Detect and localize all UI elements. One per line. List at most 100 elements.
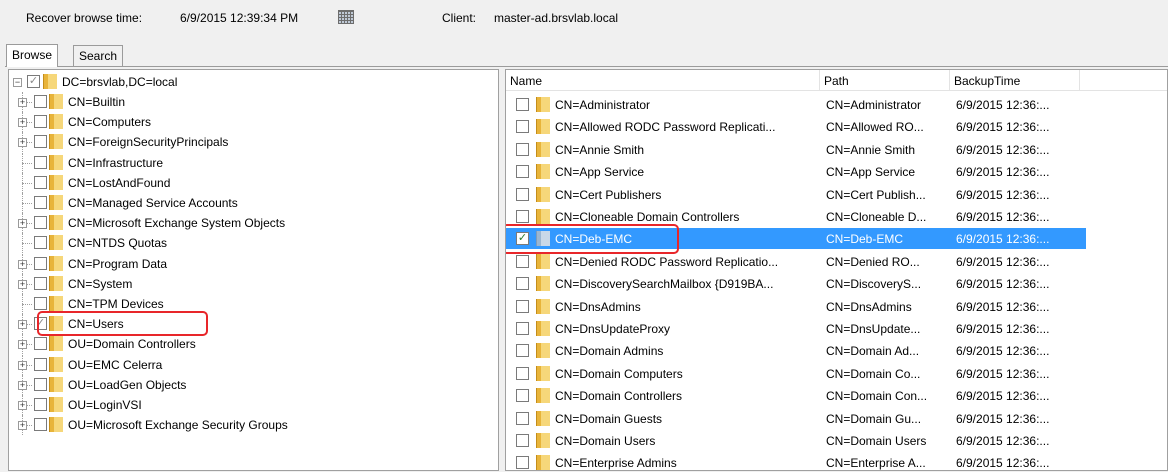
expand-icon[interactable]: + — [18, 421, 27, 431]
cell-backup-time: 6/9/2015 12:36:... — [956, 210, 1050, 224]
checkbox[interactable] — [34, 196, 47, 209]
list-row[interactable]: CN=Allowed RODC Password Replicati... CN=… — [506, 116, 1086, 137]
tree-item[interactable]: CN=Managed Service Accounts — [9, 193, 498, 213]
expand-icon[interactable]: + — [18, 98, 27, 107]
tree-item-label: CN=Managed Service Accounts — [68, 196, 238, 210]
expand-icon[interactable]: + — [18, 138, 27, 148]
tree-item[interactable]: + CN=ForeignSecurityPrincipals — [9, 132, 498, 153]
checkbox[interactable] — [34, 337, 47, 351]
checkbox[interactable] — [516, 165, 529, 179]
checkbox[interactable] — [516, 277, 529, 291]
expand-icon[interactable]: + — [18, 118, 27, 128]
checkbox[interactable] — [34, 95, 47, 108]
checkbox[interactable] — [516, 120, 529, 134]
folder-icon — [49, 235, 63, 251]
list-row[interactable]: CN=Cert Publishers CN=Cert Publish... 6/9/… — [506, 184, 1086, 205]
cell-name: CN=DnsAdmins — [555, 299, 641, 314]
list-row[interactable]: CN=DnsAdmins CN=DnsAdmins 6/9/2015 12:36:.… — [506, 296, 1086, 317]
tree-item[interactable]: + OU=Domain Controllers — [9, 334, 498, 355]
checkbox[interactable] — [34, 357, 47, 371]
list-row[interactable]: CN=Domain Computers CN=Domain Co... 6/9/20… — [506, 363, 1086, 384]
expand-icon[interactable]: + — [18, 401, 27, 410]
tree-item-label: CN=System — [68, 276, 133, 291]
tab-search[interactable]: Search — [73, 45, 124, 66]
object-list-view[interactable]: Name Path BackupTime CN=Administrator CN=… — [505, 69, 1168, 471]
expand-icon[interactable]: + — [18, 360, 27, 370]
cell-path: CN=DnsUpdate... — [826, 322, 921, 336]
list-row[interactable]: CN=Annie Smith CN=Annie Smith 6/9/2015 12:… — [506, 139, 1086, 160]
folder-icon — [536, 455, 550, 470]
tree-item[interactable]: + CN=System — [9, 273, 498, 294]
checkbox[interactable] — [516, 434, 529, 447]
tree-item[interactable]: CN=LostAndFound — [9, 172, 498, 193]
list-row[interactable]: CN=Denied RODC Password Replicatio... CN=… — [506, 251, 1086, 272]
expand-icon[interactable]: + — [18, 320, 27, 330]
checkbox[interactable] — [34, 236, 47, 250]
expand-icon[interactable]: + — [18, 259, 27, 269]
column-header-path[interactable]: Path — [820, 70, 950, 90]
list-row[interactable]: CN=DiscoverySearchMailbox {D919BA... CN=D… — [506, 273, 1086, 294]
checkbox[interactable] — [516, 254, 529, 268]
list-row[interactable]: CN=Domain Admins CN=Domain Ad... 6/9/2015 … — [506, 340, 1086, 361]
expand-icon[interactable]: + — [18, 279, 27, 289]
checkbox[interactable] — [34, 135, 47, 149]
checkbox[interactable] — [516, 389, 529, 403]
checkbox[interactable] — [34, 256, 47, 270]
expand-icon[interactable]: + — [18, 219, 27, 229]
checkbox[interactable] — [34, 155, 47, 169]
tree-item[interactable]: + OU=LoginVSI — [9, 395, 498, 415]
tree-root[interactable]: − ✓ DC=brsvlab,DC=local — [9, 72, 498, 92]
checkbox[interactable] — [516, 142, 529, 156]
checkbox[interactable] — [34, 175, 47, 189]
tree-item[interactable]: CN=NTDS Quotas — [9, 233, 498, 254]
checkbox[interactable] — [516, 210, 529, 223]
tree-item[interactable]: + CN=Microsoft Exchange System Objects — [9, 213, 498, 234]
checkbox[interactable] — [34, 297, 47, 310]
partial-check-icon[interactable]: ✓ — [27, 75, 40, 88]
checkbox[interactable] — [516, 366, 529, 380]
checkbox[interactable] — [516, 344, 529, 358]
expand-icon[interactable]: + — [18, 340, 27, 350]
tree-item[interactable]: + OU=LoadGen Objects — [9, 374, 498, 395]
checkbox[interactable] — [516, 456, 529, 470]
collapse-icon[interactable]: − — [13, 78, 22, 87]
checkbox[interactable] — [34, 216, 47, 230]
tree-item-label: DC=brsvlab,DC=local — [62, 75, 178, 89]
tab-browse[interactable]: Browse — [6, 44, 59, 67]
cell-path: CN=Denied RO... — [826, 254, 920, 269]
checkbox[interactable] — [516, 411, 529, 425]
list-row[interactable]: CN=Domain Controllers CN=Domain Con... 6/9… — [506, 385, 1086, 406]
checkbox[interactable] — [34, 276, 47, 290]
tree-item[interactable]: CN=Infrastructure — [9, 152, 498, 173]
checkbox[interactable] — [34, 115, 47, 129]
list-row[interactable]: CN=Administrator CN=Administrator 6/9/2015… — [506, 94, 1086, 115]
cell-backup-time: 6/9/2015 12:36:... — [956, 434, 1050, 448]
tree-item[interactable]: + CN=Builtin — [9, 92, 498, 112]
tree-item[interactable]: + CN=Program Data — [9, 253, 498, 274]
tree-item[interactable]: + CN=Computers — [9, 112, 498, 133]
checkbox[interactable] — [34, 418, 47, 432]
folder-icon — [49, 417, 63, 433]
checkbox[interactable] — [516, 322, 529, 335]
list-row[interactable]: CN=DnsUpdateProxy CN=DnsUpdate... 6/9/2015… — [506, 318, 1086, 339]
expand-icon[interactable]: + — [18, 380, 27, 390]
folder-icon — [536, 209, 550, 224]
list-row[interactable]: CN=Domain Guests CN=Domain Gu... 6/9/2015 … — [506, 408, 1086, 429]
tree-item-label: OU=LoadGen Objects — [68, 377, 187, 392]
checkbox[interactable] — [516, 187, 529, 201]
tree-view[interactable]: − ✓ DC=brsvlab,DC=local + CN=Builtin + CN=Comp… — [8, 69, 499, 471]
column-header-name[interactable]: Name — [506, 70, 820, 90]
checkbox[interactable] — [34, 398, 47, 411]
list-row[interactable]: CN=App Service CN=App Service 6/9/2015 12:… — [506, 161, 1086, 182]
tree-item[interactable]: + OU=EMC Celerra — [9, 354, 498, 375]
folder-icon — [536, 276, 550, 292]
column-header-backup-time[interactable]: BackupTime — [950, 70, 1080, 90]
recover-browse-time-value: 6/9/2015 12:39:34 PM — [180, 11, 299, 25]
tree-item[interactable]: + OU=Microsoft Exchange Security Groups — [9, 415, 498, 436]
list-row[interactable]: CN=Enterprise Admins CN=Enterprise A... 6/… — [506, 452, 1086, 470]
list-row[interactable]: CN=Domain Users CN=Domain Users 6/9/2015 1… — [506, 430, 1086, 451]
checkbox[interactable] — [516, 98, 529, 111]
checkbox[interactable] — [516, 299, 529, 313]
calendar-icon[interactable] — [338, 10, 354, 24]
checkbox[interactable] — [34, 377, 47, 391]
